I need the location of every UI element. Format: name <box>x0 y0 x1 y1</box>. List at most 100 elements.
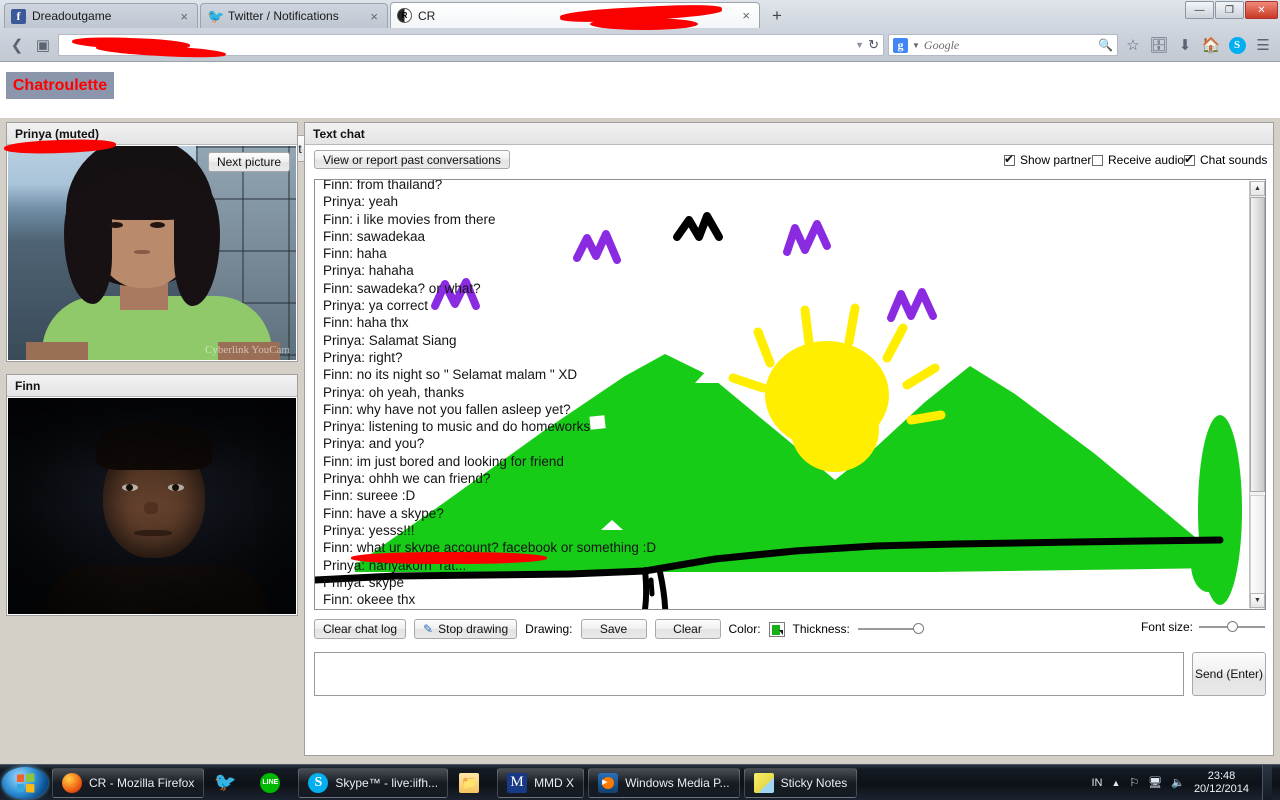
flag-icon[interactable]: ⚐ <box>1129 776 1139 789</box>
tab-close-icon[interactable]: × <box>367 10 381 23</box>
receive-audio-checkbox[interactable]: Receive audio <box>1092 153 1184 167</box>
home-icon[interactable]: 🏠 <box>1200 34 1222 56</box>
next-picture-button[interactable]: Next picture <box>207 152 290 172</box>
taskbar-item-twitter[interactable]: 🐦 <box>208 768 249 798</box>
self-video-feed[interactable] <box>8 398 296 614</box>
back-arrow-icon[interactable]: ❮ <box>6 34 28 56</box>
self-video-title: Finn <box>7 375 297 397</box>
chevron-up-icon[interactable]: ▲ <box>1111 778 1120 788</box>
chat-message: Finn: no its night so " Selamat malam " … <box>323 367 578 383</box>
search-input[interactable]: Google <box>924 38 1094 53</box>
taskbar-item-line[interactable]: LINE <box>253 768 294 798</box>
start-button[interactable] <box>2 766 48 799</box>
skype-icon: S <box>308 772 329 793</box>
show-desktop-button[interactable] <box>1262 764 1272 800</box>
scroll-down-icon[interactable]: ▼ <box>1250 593 1265 608</box>
chat-message: Prinya: skype <box>323 574 405 590</box>
clear-chat-log-button[interactable]: Clear chat log <box>314 619 407 639</box>
menu-icon[interactable]: ☰ <box>1252 34 1274 56</box>
thickness-slider[interactable] <box>857 623 924 635</box>
clear-drawing-button[interactable]: Clear <box>654 619 721 639</box>
scrollbar-thumb[interactable] <box>1250 197 1265 492</box>
chat-message: Finn: sawadekaa <box>323 228 426 244</box>
slider-knob[interactable] <box>1227 621 1238 632</box>
save-drawing-button[interactable]: Save <box>580 619 647 639</box>
volume-icon[interactable]: 🔈 <box>1171 776 1185 789</box>
tab-title: Dreadoutgame <box>32 9 112 23</box>
chat-message: Finn: haha thx <box>323 315 409 331</box>
chevron-down-icon[interactable]: ▼ <box>912 41 920 50</box>
chat-message: Prinya: ohhh we can friend? <box>323 471 491 487</box>
close-window-button[interactable]: ✕ <box>1245 1 1278 19</box>
webcam-image-self <box>8 398 296 614</box>
clock[interactable]: 23:48 20/12/2014 <box>1194 770 1253 796</box>
app-toolbar: Chatroulette Stop (F3) Next (F2) Report … <box>0 62 1280 167</box>
search-icon[interactable]: 🔍 <box>1098 38 1113 52</box>
chatroulette-logo[interactable]: Chatroulette <box>6 72 114 99</box>
chat-scrollbar[interactable]: ▲ ▼ <box>1249 181 1265 609</box>
reading-list-icon[interactable]: 🗄 <box>1148 34 1170 56</box>
chat-message: Prinya: hahaha <box>323 263 414 279</box>
restore-button[interactable]: ❐ <box>1215 1 1244 19</box>
checkbox-icon <box>1092 154 1103 166</box>
browser-chrome: f Dreadoutgame × 🐦 Twitter / Notificatio… <box>0 0 1280 62</box>
chat-log[interactable]: Finn: from thailand? Prinya: yeah Finn: … <box>314 179 1266 610</box>
taskbar-item-mmd[interactable]: M MMD X <box>497 767 585 798</box>
taskbar-item-skype[interactable]: S Skype™ - live:iifh... <box>298 767 449 798</box>
chat-message: Prinya: ya correct <box>323 298 429 314</box>
chat-message-list: Finn: from thailand? Prinya: yeah Finn: … <box>323 180 943 609</box>
color-swatch-button[interactable] <box>768 621 785 637</box>
partner-video-feed[interactable]: Next picture Cyberlink YouCam <box>8 146 296 360</box>
chat-sounds-label: Chat sounds <box>1200 153 1268 167</box>
minimize-button[interactable]: — <box>1185 1 1214 19</box>
new-tab-button[interactable]: + <box>766 6 788 26</box>
sticky-notes-icon <box>753 772 774 793</box>
browser-tab-dreadoutgame[interactable]: f Dreadoutgame × <box>4 3 198 28</box>
scroll-up-icon[interactable]: ▲ <box>1250 181 1265 196</box>
chat-tools-row: View or report past conversations Show p… <box>306 146 1272 176</box>
font-size-slider[interactable] <box>1199 621 1265 633</box>
taskbar-item-explorer[interactable]: 📁 <box>452 768 493 798</box>
site-identity-icon[interactable]: ▣ <box>32 34 54 56</box>
show-partner-checkbox[interactable]: Show partner <box>1004 152 1091 167</box>
message-compose-row: Send (Enter) <box>314 652 1266 696</box>
text-chat-title: Text chat <box>305 123 1273 145</box>
view-past-conversations-button[interactable]: View or report past conversations <box>314 150 510 169</box>
taskbar-item-firefox[interactable]: CR - Mozilla Firefox <box>52 767 205 798</box>
slider-knob[interactable] <box>912 623 924 634</box>
receive-audio-label: Receive audio <box>1108 153 1185 167</box>
window-controls: — ❐ ✕ <box>1185 1 1278 19</box>
skype-icon[interactable]: S <box>1226 34 1248 56</box>
chatroulette-icon: R <box>397 8 412 23</box>
taskbar-item-wmp[interactable]: ▶ Windows Media P... <box>588 767 740 798</box>
network-icon[interactable]: 🖥 <box>1148 776 1162 789</box>
explorer-icon: 📁 <box>459 772 480 793</box>
thickness-label: Thickness: <box>792 622 850 636</box>
taskbar-item-sticky-notes[interactable]: Sticky Notes <box>743 767 858 798</box>
checkbox-icon <box>1004 152 1015 166</box>
stop-drawing-label: Stop drawing <box>438 622 509 636</box>
chat-sounds-checkbox[interactable]: Chat sounds <box>1184 152 1268 167</box>
taskbar-item-label: Windows Media P... <box>625 775 730 790</box>
message-input[interactable] <box>314 652 1184 696</box>
tab-close-icon[interactable]: × <box>177 10 191 23</box>
search-bar[interactable]: g ▼ Google 🔍 <box>888 34 1118 56</box>
clock-date: 20/12/2014 <box>1193 782 1249 795</box>
browser-tab-twitter[interactable]: 🐦 Twitter / Notifications × <box>200 3 388 28</box>
text-chat-panel: Text chat View or report past conversati… <box>304 122 1274 756</box>
line-icon: LINE <box>260 772 281 793</box>
send-button[interactable]: Send (Enter) <box>1192 652 1266 696</box>
tab-close-icon[interactable]: × <box>739 9 753 22</box>
chat-message: Finn: why have not you fallen asleep yet… <box>323 401 571 417</box>
stop-drawing-button[interactable]: ✎ Stop drawing <box>414 619 518 639</box>
chevron-down-icon[interactable]: ▼ <box>855 40 868 50</box>
wmp-icon: ▶ <box>598 772 619 793</box>
language-indicator[interactable]: IN <box>1091 777 1102 789</box>
facebook-icon: f <box>11 8 26 24</box>
bookmark-star-icon[interactable]: ☆ <box>1122 34 1144 56</box>
webcam-watermark: Cyberlink YouCam <box>205 344 290 356</box>
downloads-icon[interactable]: ⬇ <box>1174 34 1196 56</box>
reload-icon[interactable]: ↻ <box>868 37 879 53</box>
chat-message: Finn: my skype:iifhudzaifah <box>323 608 943 609</box>
drawing-toolbar: Clear chat log ✎ Stop drawing Drawing: S… <box>314 617 1266 641</box>
